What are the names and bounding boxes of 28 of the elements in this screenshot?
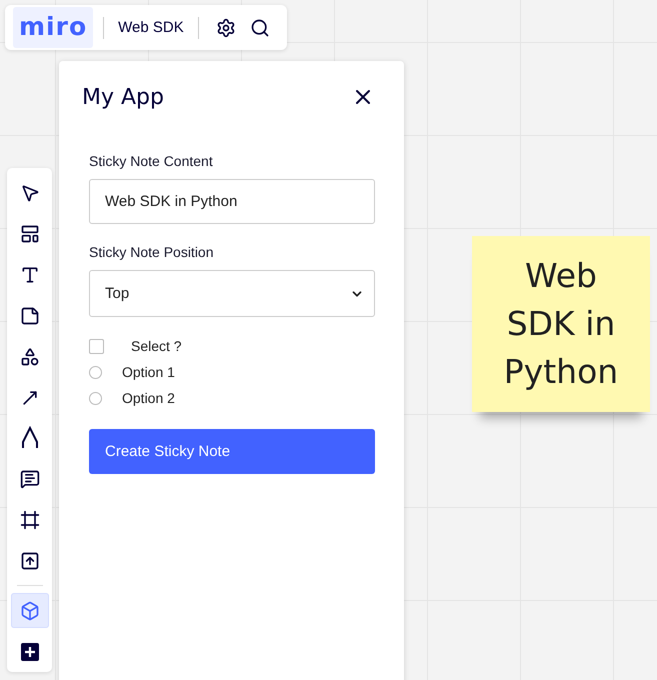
panel-title: My App — [82, 84, 164, 110]
text-icon — [20, 265, 40, 286]
cube-icon — [20, 600, 40, 621]
shapes-icon — [20, 346, 40, 367]
input-field[interactable]: Web SDK in Python — [89, 179, 375, 224]
create-button[interactable]: Create Sticky Note — [89, 429, 375, 474]
checkbox[interactable] — [89, 338, 104, 354]
frame-icon — [20, 510, 40, 530]
field-label: Sticky Note Content — [89, 153, 214, 169]
sticky-note-text: Web SDK in Python — [502, 255, 620, 393]
logo[interactable]: miro — [13, 7, 94, 48]
comment-icon — [20, 469, 40, 490]
board-name[interactable]: Web SDK — [114, 19, 188, 36]
dropdown[interactable]: Top — [89, 270, 375, 317]
radio-label: Option 1 — [122, 364, 175, 380]
radio-button[interactable] — [89, 392, 102, 404]
field-label: Sticky Note Position — [89, 244, 214, 260]
radio-label: Option 2 — [122, 390, 175, 406]
pen-icon — [20, 426, 40, 450]
cursor-icon — [20, 183, 40, 204]
plus-icon — [20, 642, 40, 662]
radio-button[interactable] — [89, 366, 102, 378]
search-icon[interactable] — [250, 18, 270, 38]
sticky-note[interactable]: Web SDK in Python — [472, 236, 650, 412]
sticky-note-icon — [20, 306, 40, 326]
upload-icon — [20, 550, 40, 571]
checkbox-label: Select ? — [131, 338, 182, 354]
layout-icon — [20, 224, 40, 244]
